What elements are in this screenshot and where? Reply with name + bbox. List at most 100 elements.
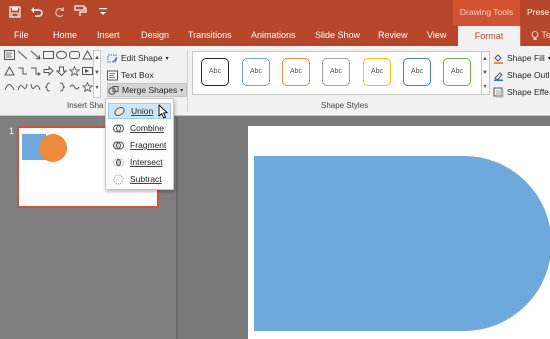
block-arrow-right-shape-icon[interactable] — [43, 65, 54, 78]
right-triangle-shape-icon[interactable] — [4, 65, 15, 78]
style-swatch-label: Abc — [289, 68, 303, 75]
menu-item-fragment[interactable]: Fragment — [108, 137, 171, 153]
combine-label: Combine — [130, 123, 165, 133]
tab-view[interactable]: View — [427, 25, 446, 46]
shape-style-swatch[interactable]: Abc — [242, 58, 270, 86]
text-box-button[interactable]: Text Box — [107, 68, 154, 82]
gallery-more-icon[interactable]: ▾ — [94, 81, 100, 96]
shape-outline-button[interactable]: Shape Outl — [493, 68, 550, 82]
tab-design[interactable]: Design — [141, 25, 169, 46]
fragment-label: Fragment — [130, 140, 167, 150]
shape-outline-label: Shape Outl — [507, 70, 550, 80]
style-swatch-label: Abc — [249, 68, 263, 75]
shape-effects-label: Shape Effe — [507, 87, 549, 97]
subtract-label: Subtract — [130, 174, 162, 184]
intersect-label: Intersect — [130, 157, 163, 167]
edit-shape-button[interactable]: Edit Shape ▾ — [107, 51, 169, 65]
oval-shape-icon[interactable] — [56, 50, 67, 62]
tab-home[interactable]: Home — [53, 25, 77, 46]
block-arrow-down-shape-icon[interactable] — [55, 66, 68, 78]
shape-style-swatch[interactable]: Abc — [201, 58, 229, 86]
line-shape-icon[interactable] — [17, 50, 28, 62]
style-swatch-label: Abc — [450, 68, 464, 75]
pen-icon — [493, 70, 504, 81]
menu-item-subtract[interactable]: Subtract — [108, 171, 171, 187]
slide-canvas[interactable] — [248, 126, 550, 339]
star-small-shape-icon[interactable] — [81, 81, 94, 94]
triangle-shape-icon[interactable] — [82, 49, 93, 62]
left-brace-shape-icon[interactable] — [43, 82, 54, 94]
undo-icon[interactable] — [30, 6, 43, 20]
rounded-rectangle-shape-icon[interactable] — [69, 50, 80, 62]
edit-shape-label: Edit Shape — [121, 53, 163, 63]
intersect-icon — [113, 157, 124, 168]
arrow-shape-icon[interactable] — [30, 50, 41, 62]
elbow-connector-shape-icon[interactable] — [17, 66, 28, 78]
chevron-down-icon: ▾ — [180, 87, 184, 94]
text-box-shape-icon[interactable] — [4, 50, 15, 62]
format-painter-icon[interactable] — [74, 5, 87, 20]
shape-effects-icon — [493, 87, 504, 98]
shapes-gallery-scrollbar[interactable]: ▲ ▼ ▾ — [93, 50, 101, 98]
tab-animations[interactable]: Animations — [251, 25, 296, 46]
pane-splitter[interactable] — [176, 117, 178, 339]
scribble-shape-icon[interactable] — [30, 82, 41, 94]
fragment-icon — [113, 140, 124, 151]
tab-transitions[interactable]: Transitions — [188, 25, 232, 46]
customize-qat-icon[interactable] — [96, 6, 109, 20]
action-button-shape-icon[interactable] — [82, 66, 93, 78]
ribbon: ▲ ▼ ▾ Edit Shape ▾ Text Box Merge Shapes… — [0, 46, 550, 116]
slide-number: 1 — [9, 126, 15, 136]
shape-style-swatch[interactable]: Abc — [282, 58, 310, 86]
insert-shapes-group-label: Insert Sha — [67, 101, 104, 110]
title-bar: Drawing Tools Prese — [0, 0, 550, 25]
union-shape[interactable] — [254, 156, 550, 331]
merge-shapes-label: Merge Shapes — [122, 85, 178, 95]
merge-shapes-icon — [108, 85, 119, 96]
curve-shape-icon[interactable] — [4, 82, 15, 94]
shape-effects-button[interactable]: Shape Effe — [493, 85, 549, 99]
scroll-up-icon[interactable]: ▲ — [482, 52, 488, 67]
gallery-more-icon[interactable]: ▾ — [482, 80, 488, 95]
elbow-arrow-shape-icon[interactable] — [30, 66, 41, 78]
scroll-down-icon[interactable]: ▼ — [482, 66, 488, 81]
tab-file[interactable]: File — [14, 25, 29, 46]
edit-shape-icon — [107, 53, 118, 64]
shape-fill-button[interactable]: Shape Fill ▾ — [493, 51, 550, 65]
menu-item-combine[interactable]: Combine — [108, 120, 171, 136]
right-brace-shape-icon[interactable] — [56, 82, 67, 94]
star-shape-icon[interactable] — [68, 65, 81, 78]
shape-styles-scrollbar[interactable]: ▲ ▼ ▾ — [481, 51, 490, 95]
style-swatch-label: Abc — [370, 68, 384, 75]
shape-style-swatch[interactable]: Abc — [443, 58, 471, 86]
scroll-down-icon[interactable]: ▼ — [94, 66, 100, 81]
scroll-up-icon[interactable]: ▲ — [94, 51, 100, 66]
chevron-down-icon: ▾ — [165, 55, 169, 62]
tell-me-box[interactable]: Te — [520, 25, 550, 46]
window-title: Prese — [527, 7, 550, 17]
merge-shapes-button[interactable]: Merge Shapes ▾ — [107, 83, 188, 97]
tab-slide-show[interactable]: Slide Show — [315, 25, 360, 46]
lightbulb-icon — [531, 30, 539, 40]
menu-item-intersect[interactable]: Intersect — [108, 154, 171, 170]
save-icon[interactable] — [8, 5, 21, 20]
style-swatch-label: Abc — [410, 68, 424, 75]
union-label: Union — [131, 106, 154, 116]
shapes-gallery[interactable] — [4, 49, 94, 98]
style-swatch-label: Abc — [208, 68, 222, 75]
text-box-icon — [107, 70, 118, 81]
shape-styles-gallery[interactable]: Abc Abc Abc Abc Abc Abc Abc — [192, 51, 482, 95]
freeform-shape-icon[interactable] — [17, 82, 28, 94]
shape-style-swatch[interactable]: Abc — [322, 58, 350, 86]
style-swatch-label: Abc — [329, 68, 343, 75]
wave-shape-icon[interactable] — [69, 82, 80, 94]
shape-styles-group-label: Shape Styles — [321, 101, 369, 110]
shape-style-swatch[interactable]: Abc — [363, 58, 391, 86]
tab-insert[interactable]: Insert — [97, 25, 120, 46]
tab-format[interactable]: Format — [458, 25, 520, 46]
tab-review[interactable]: Review — [378, 25, 408, 46]
rectangle-shape-icon[interactable] — [43, 50, 54, 62]
combine-icon — [113, 123, 124, 134]
redo-icon[interactable] — [52, 6, 65, 20]
shape-style-swatch[interactable]: Abc — [403, 58, 431, 86]
